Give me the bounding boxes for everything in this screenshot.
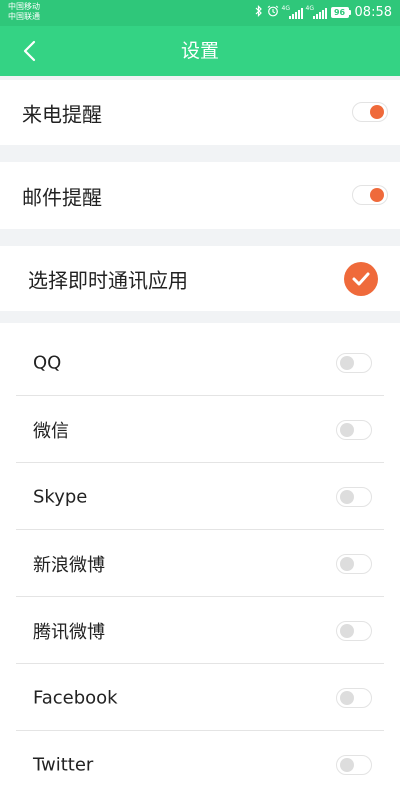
app-label: Twitter bbox=[33, 754, 94, 775]
page-title: 设置 bbox=[180, 40, 219, 62]
network-type-label: 4G bbox=[281, 4, 290, 12]
list-item-wechat[interactable]: 微信 bbox=[0, 396, 400, 463]
setting-row-call-reminder: 来电提醒 bbox=[0, 80, 400, 145]
section-divider bbox=[0, 229, 400, 246]
toggle-knob bbox=[340, 490, 354, 504]
section-divider bbox=[0, 311, 400, 323]
list-item-facebook[interactable]: Facebook bbox=[0, 664, 400, 731]
signal-bar bbox=[300, 7, 303, 19]
facebook-toggle[interactable] bbox=[336, 688, 372, 708]
carrier-info: 中国移动 中国联通 bbox=[8, 2, 40, 22]
toggle-knob bbox=[370, 105, 384, 119]
signal-bar bbox=[312, 15, 315, 19]
section-divider bbox=[0, 145, 400, 162]
toggle-knob bbox=[340, 691, 354, 705]
wechat-toggle[interactable] bbox=[336, 420, 372, 440]
signal-bar bbox=[318, 11, 321, 19]
app-label: Facebook bbox=[33, 687, 118, 708]
skype-toggle[interactable] bbox=[336, 487, 372, 507]
mail-reminder-label: 邮件提醒 bbox=[22, 185, 102, 209]
battery-level: 96 bbox=[330, 7, 349, 18]
list-item-skype[interactable]: Skype bbox=[0, 463, 400, 530]
carrier-secondary: 中国联通 bbox=[8, 12, 40, 21]
battery-icon: 96 bbox=[330, 7, 351, 18]
toggle-knob bbox=[340, 557, 354, 571]
app-label: 微信 bbox=[33, 420, 69, 442]
setting-row-im-select[interactable]: 选择即时通讯应用 bbox=[0, 246, 400, 311]
call-reminder-label: 来电提醒 bbox=[22, 102, 102, 126]
toggle-knob bbox=[340, 423, 354, 437]
mail-reminder-toggle[interactable] bbox=[352, 185, 388, 205]
signal-icon: 4G bbox=[281, 4, 303, 19]
checkmark-icon bbox=[352, 272, 370, 285]
signal-bar bbox=[315, 13, 318, 19]
bluetooth-icon bbox=[255, 5, 263, 20]
list-item-twitter[interactable]: Twitter bbox=[0, 731, 400, 798]
alarm-icon bbox=[267, 5, 279, 20]
carrier-primary: 中国移动 bbox=[8, 2, 40, 11]
status-icons: 4G 4G 96 08:58 bbox=[255, 5, 392, 20]
signal-bar bbox=[297, 9, 300, 19]
im-app-list: QQ 微信 Skype 新浪微博 腾讯微博 Facebook Twitter bbox=[0, 323, 400, 800]
list-item-tencent-weibo[interactable]: 腾讯微博 bbox=[0, 597, 400, 664]
sina-weibo-toggle[interactable] bbox=[336, 554, 372, 574]
list-item-qq[interactable]: QQ bbox=[0, 329, 400, 396]
app-header: 设置 bbox=[0, 26, 400, 76]
battery-tip bbox=[348, 10, 351, 15]
app-label: 腾讯微博 bbox=[33, 621, 105, 643]
setting-row-mail-reminder: 邮件提醒 bbox=[0, 162, 400, 229]
signal-bar bbox=[294, 11, 297, 19]
toggle-knob bbox=[370, 188, 384, 202]
twitter-toggle[interactable] bbox=[336, 755, 372, 775]
app-label: Skype bbox=[33, 486, 88, 507]
toggle-knob bbox=[340, 624, 354, 638]
clock: 08:58 bbox=[354, 4, 392, 20]
im-select-checkbox[interactable] bbox=[344, 261, 378, 296]
signal-bar bbox=[288, 15, 291, 19]
signal-bar bbox=[324, 7, 327, 19]
im-select-label: 选择即时通讯应用 bbox=[28, 268, 188, 292]
network-type-label: 4G bbox=[305, 4, 314, 12]
app-label: 新浪微博 bbox=[33, 554, 105, 576]
tencent-weibo-toggle[interactable] bbox=[336, 621, 372, 641]
toggle-knob bbox=[340, 356, 354, 370]
toggle-knob bbox=[340, 758, 354, 772]
list-item-sina-weibo[interactable]: 新浪微博 bbox=[0, 530, 400, 597]
signal-bar bbox=[321, 9, 324, 19]
status-bar: 中国移动 中国联通 4G 4G 96 08:58 bbox=[0, 0, 400, 26]
signal-icon: 4G bbox=[305, 4, 327, 19]
signal-bar bbox=[291, 13, 294, 19]
call-reminder-toggle[interactable] bbox=[352, 102, 388, 122]
app-label: QQ bbox=[33, 352, 62, 373]
qq-toggle[interactable] bbox=[336, 353, 372, 373]
